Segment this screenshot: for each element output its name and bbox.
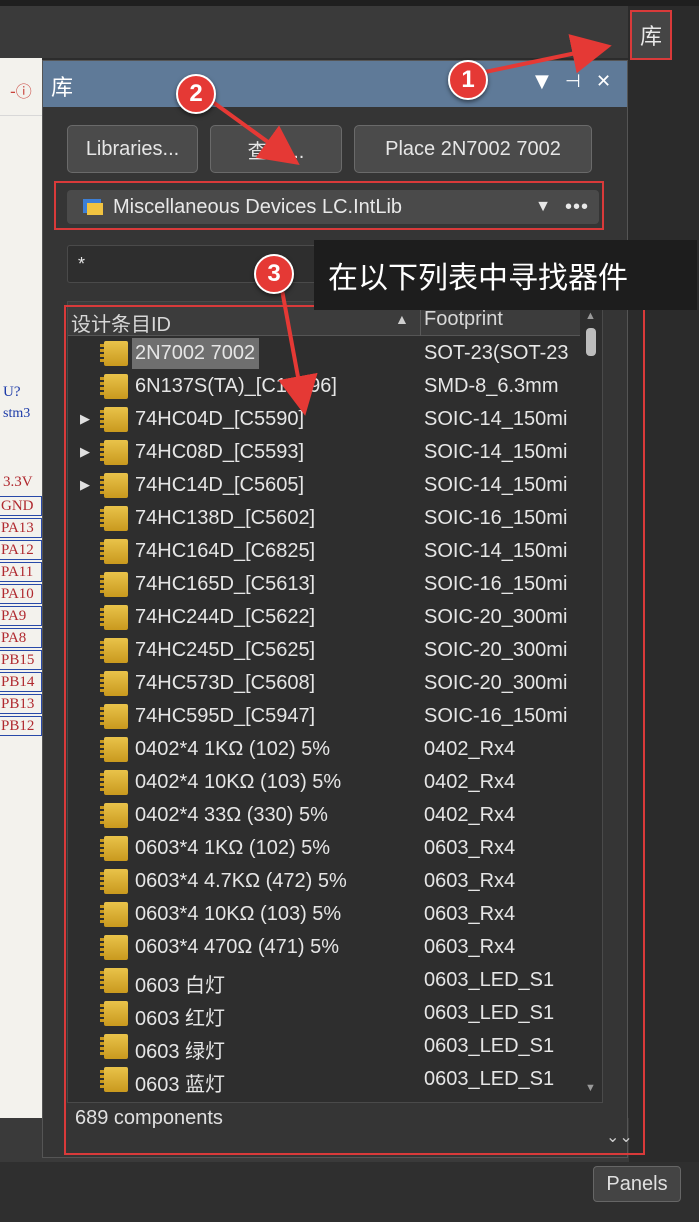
arrow-to-search-button <box>208 98 300 166</box>
step-badge-2: 2 <box>176 74 216 114</box>
annotation-tooltip: 在以下列表中寻找器件 <box>314 240 697 310</box>
annotation-arrows <box>208 34 612 416</box>
step-badge-3: 3 <box>254 254 294 294</box>
step-badge-1: 1 <box>448 60 488 100</box>
arrow-to-library-button <box>484 34 612 74</box>
arrow-to-component-list <box>278 289 318 416</box>
